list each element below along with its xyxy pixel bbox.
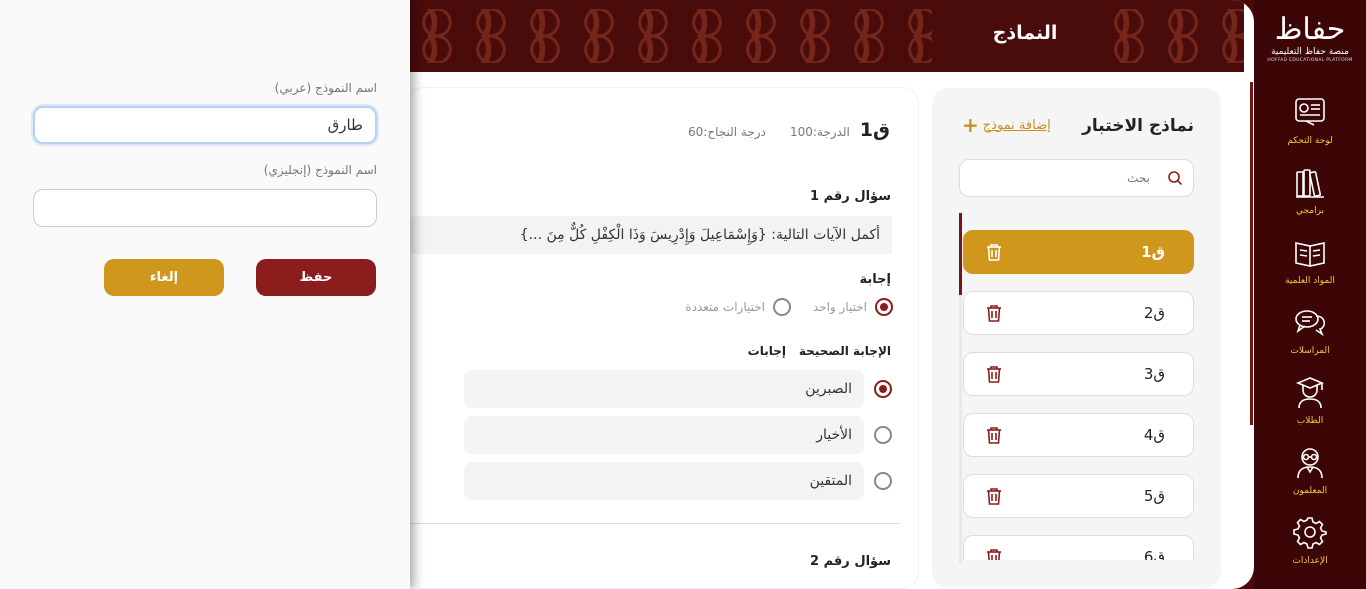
teacher-icon — [1290, 442, 1330, 482]
nav-label: المعلمون — [1292, 486, 1328, 496]
question-panel: ق1 الدرجة:100 درجة النجاح:60 سؤال رقم 1 … — [408, 88, 918, 588]
pass-grade-value: درجة النجاح:60 — [688, 125, 766, 139]
nav-item-settings[interactable]: الإعدادات — [1254, 504, 1366, 574]
brand-logo[interactable]: حفاظ منصة حفاظ التعليمية HOFFAD EDUCATIO… — [1254, 0, 1366, 78]
answer-option: المتقين — [464, 462, 892, 500]
books-icon — [1290, 162, 1330, 202]
cancel-button[interactable]: إلغاء — [104, 259, 224, 296]
dashboard-icon — [1290, 92, 1330, 132]
option-text: الأخيار — [464, 416, 864, 454]
model-name: ق5 — [1143, 487, 1165, 505]
save-button[interactable]: حفظ — [256, 259, 376, 296]
nav-list: لوحة التحكم برامجي المواد العلمية المراس… — [1254, 84, 1366, 574]
search-icon — [1168, 171, 1183, 186]
search-input[interactable] — [970, 160, 1150, 196]
name-en-field[interactable] — [33, 189, 377, 227]
answer-type-single[interactable]: اختيار واحد — [813, 298, 893, 316]
nav-item-messages[interactable]: المراسلات — [1254, 294, 1366, 364]
nav-label: المراسلات — [1290, 346, 1330, 356]
answer-option: الأخيار — [464, 416, 892, 454]
option-text: الصبرين — [464, 370, 864, 408]
models-panel: نماذج الاختبار + إضافة نموذج ق1 ق2 ق3 — [932, 88, 1221, 588]
name-ar-field[interactable] — [33, 106, 377, 144]
answer-type-label: اختيار واحد — [812, 300, 867, 314]
nav-item-students[interactable]: الطلاب — [1254, 364, 1366, 434]
trash-icon[interactable] — [985, 426, 1003, 445]
page-title: النماذج — [992, 22, 1058, 44]
nav-item-materials[interactable]: المواد العلمية — [1254, 224, 1366, 294]
radio-unselected[interactable] — [773, 298, 791, 316]
list-scroll-thumb[interactable] — [959, 213, 962, 295]
correct-radio[interactable] — [874, 426, 892, 444]
correct-radio[interactable] — [874, 380, 892, 398]
brand-name-ar: منصة حفاظ التعليمية — [1271, 47, 1349, 57]
brand-name-en: HOFFAD EDUCATIONAL PLATFORM — [1267, 58, 1353, 63]
trash-icon[interactable] — [985, 365, 1003, 384]
add-model-label: إضافة نموذج — [982, 117, 1051, 133]
nav-label: الإعدادات — [1292, 556, 1328, 566]
answer-type-multi[interactable]: اختيارات متعددة — [685, 298, 791, 316]
model-name: ق6 — [1143, 548, 1165, 560]
answer-option: الصبرين — [464, 370, 892, 408]
correct-radio[interactable] — [874, 472, 892, 490]
header-pattern — [410, 9, 932, 63]
option-text: المتقين — [464, 462, 864, 500]
name-en-label: اسم النموذج (إنجليزي) — [263, 163, 377, 177]
chat-bubbles-icon — [1290, 302, 1330, 342]
trash-icon[interactable] — [985, 243, 1003, 262]
correct-answer-header: الإجابة الصحيحة — [798, 344, 891, 358]
divider — [408, 523, 900, 524]
model-form-drawer: اسم النموذج (عربي) اسم النموذج (إنجليزي)… — [0, 0, 410, 589]
add-model-link[interactable]: + إضافة نموذج — [962, 113, 1051, 137]
main-sidebar: حفاظ منصة حفاظ التعليمية HOFFAD EDUCATIO… — [1254, 0, 1366, 589]
graduate-icon — [1290, 372, 1330, 412]
question-text: أكمل الآيات التالية: {وَإِسْمَاعِيلَ وَإ… — [408, 216, 892, 254]
model-list: ق1 ق2 ق3 ق4 ق5 ق6 — [963, 230, 1195, 560]
header-pattern — [1102, 9, 1244, 63]
logo-mark: حفاظ — [1274, 12, 1346, 47]
model-item[interactable]: ق1 — [963, 230, 1194, 274]
trash-icon[interactable] — [985, 304, 1003, 323]
model-item[interactable]: ق3 — [963, 352, 1194, 396]
search-box[interactable] — [959, 159, 1194, 197]
model-name: ق4 — [1143, 426, 1165, 444]
trash-icon[interactable] — [985, 487, 1003, 506]
models-title: نماذج الاختبار — [1082, 116, 1194, 136]
name-ar-label: اسم النموذج (عربي) — [274, 81, 377, 95]
answer-label: إجابة — [859, 272, 891, 287]
answer-type-label: اختيارات متعددة — [685, 300, 765, 314]
model-item[interactable]: ق5 — [963, 474, 1194, 518]
model-name: ق3 — [1143, 365, 1165, 383]
plus-icon: + — [962, 113, 979, 137]
model-title: ق1 — [859, 119, 890, 141]
question-number: سؤال رقم 1 — [810, 189, 891, 204]
nav-label: برامجي — [1295, 206, 1325, 216]
model-item[interactable]: ق6 — [963, 535, 1194, 560]
nav-label: الطلاب — [1296, 416, 1324, 426]
nav-label: لوحة التحكم — [1287, 136, 1333, 146]
nav-label: المواد العلمية — [1285, 276, 1335, 286]
model-item[interactable]: ق2 — [963, 291, 1194, 335]
radio-selected[interactable] — [875, 298, 893, 316]
trash-icon[interactable] — [985, 548, 1003, 560]
answers-header: إجابات — [747, 344, 786, 358]
nav-item-teachers[interactable]: المعلمون — [1254, 434, 1366, 504]
nav-item-my-programs[interactable]: برامجي — [1254, 154, 1366, 224]
scroll-indicator[interactable] — [1250, 82, 1253, 425]
grade-value: الدرجة:100 — [790, 125, 850, 139]
model-item[interactable]: ق4 — [963, 413, 1194, 457]
book-open-icon — [1290, 232, 1330, 272]
gear-icon — [1290, 512, 1330, 552]
nav-item-dashboard[interactable]: لوحة التحكم — [1254, 84, 1366, 154]
model-name: ق1 — [1141, 243, 1165, 261]
model-name: ق2 — [1143, 304, 1165, 322]
question-number: سؤال رقم 2 — [810, 554, 891, 569]
